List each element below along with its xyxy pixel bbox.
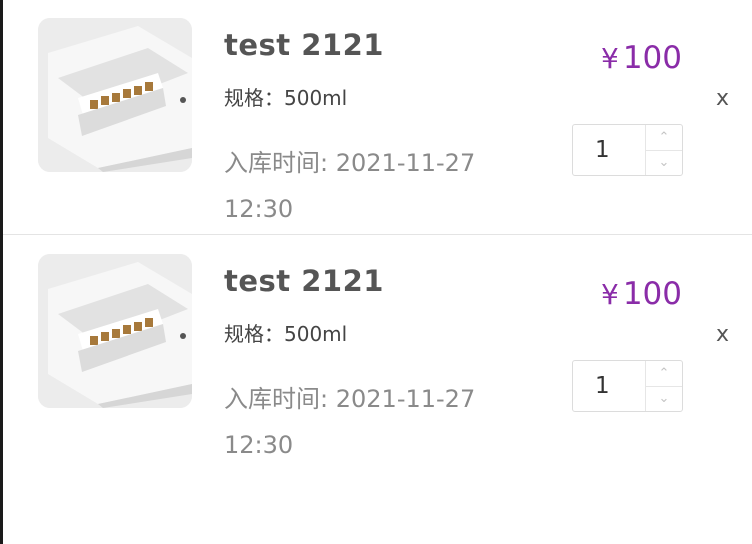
currency-symbol: ¥ — [601, 278, 619, 311]
quantity-value[interactable]: 1 — [595, 137, 610, 163]
spec-value: 500ml — [284, 86, 348, 110]
product-price: ¥100 — [601, 40, 682, 76]
cart-item: test 2121 规格：500ml 入库时间: 2021-11-27 12:3… — [3, 0, 752, 236]
product-image[interactable] — [38, 254, 192, 408]
decrement-icon[interactable]: ⌄ — [646, 150, 682, 175]
product-title: test 2121 — [224, 28, 384, 62]
price-value: 100 — [622, 276, 682, 312]
product-title: test 2121 — [224, 264, 384, 298]
quantity-stepper[interactable]: 1 ⌃ ⌄ — [572, 360, 683, 412]
stepper-controls: ⌃ ⌄ — [645, 125, 682, 175]
spec-label: 规格： — [224, 86, 284, 110]
stock-time: 入库时间: 2021-11-27 12:30 — [224, 140, 514, 232]
price-value: 100 — [622, 40, 682, 76]
cart-page: test 2121 规格：500ml 入库时间: 2021-11-27 12:3… — [0, 0, 752, 544]
increment-icon[interactable]: ⌃ — [646, 361, 682, 387]
remove-button[interactable]: x — [716, 322, 729, 347]
product-spec: 规格：500ml — [224, 318, 347, 347]
currency-symbol: ¥ — [601, 42, 619, 75]
item-divider — [3, 234, 752, 235]
decrement-icon[interactable]: ⌄ — [646, 386, 682, 411]
spec-value: 500ml — [284, 322, 348, 346]
quantity-stepper[interactable]: 1 ⌃ ⌄ — [572, 124, 683, 176]
cart-item: test 2121 规格：500ml 入库时间: 2021-11-27 12:3… — [3, 236, 752, 472]
stock-time-label: 入库时间: — [224, 149, 329, 177]
product-price: ¥100 — [601, 276, 682, 312]
quantity-value[interactable]: 1 — [595, 373, 610, 399]
product-spec: 规格：500ml — [224, 82, 347, 111]
stepper-controls: ⌃ ⌄ — [645, 361, 682, 411]
stock-time: 入库时间: 2021-11-27 12:30 — [224, 376, 514, 468]
product-image[interactable] — [38, 18, 192, 172]
stock-time-label: 入库时间: — [224, 385, 329, 413]
remove-button[interactable]: x — [716, 86, 729, 111]
increment-icon[interactable]: ⌃ — [646, 125, 682, 151]
spec-label: 规格： — [224, 322, 284, 346]
